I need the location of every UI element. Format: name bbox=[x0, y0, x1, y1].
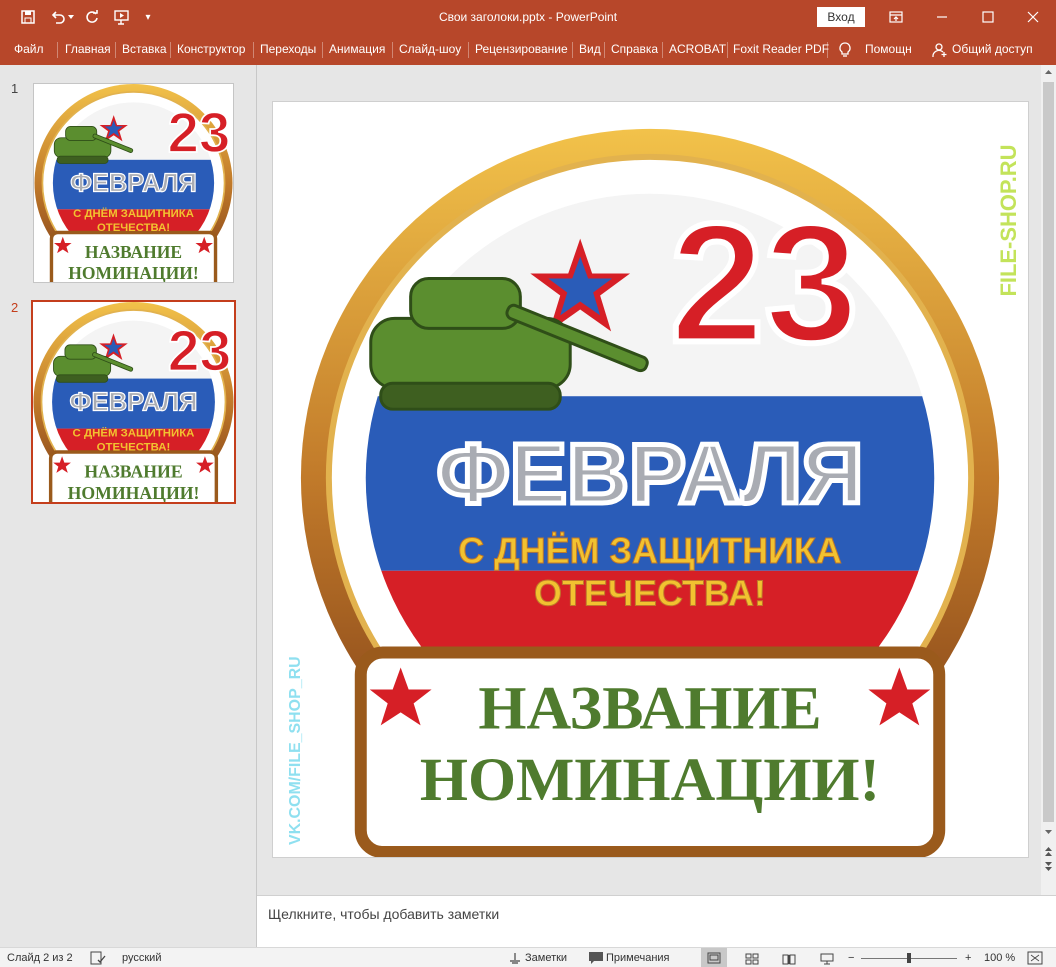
zoom-level[interactable]: 100 % bbox=[984, 948, 1015, 967]
tab-foxit[interactable]: Foxit Reader PDF bbox=[733, 34, 829, 65]
slide-greeting-line-1[interactable]: С ДНЁМ ЗАЩИТНИКА bbox=[458, 530, 842, 571]
previous-slide-icon[interactable] bbox=[1041, 845, 1056, 857]
thumb-2-greeting-2: ОТЕЧЕСТВА! bbox=[97, 442, 171, 454]
tab-acrobat[interactable]: ACROBAT bbox=[669, 34, 726, 65]
watermark-vk: VK.COM/FILE_SHOP_RU bbox=[287, 656, 304, 845]
slide-month-text[interactable]: ФЕВРАЛЯ bbox=[434, 423, 866, 524]
notes-pane[interactable]: Щелкните, чтобы добавить заметки bbox=[257, 895, 1056, 947]
tab-insert[interactable]: Вставка bbox=[122, 34, 167, 65]
slide-big-number[interactable]: 23 bbox=[667, 185, 862, 380]
thumb-1-nomination-1: НАЗВАНИЕ bbox=[85, 242, 182, 262]
title-bar: ▾ Свои заголоки.pptx - PowerPoint Вход bbox=[0, 0, 1056, 34]
slide-nomination-line-2[interactable]: НОМИНАЦИИ! bbox=[420, 746, 880, 814]
reading-view-icon[interactable] bbox=[782, 952, 796, 965]
ribbon-display-options-icon[interactable] bbox=[873, 0, 919, 34]
maximize-icon[interactable] bbox=[965, 0, 1011, 34]
comments-icon[interactable] bbox=[588, 951, 604, 965]
status-bar: Слайд 2 из 2 русский Заметки Примечания … bbox=[0, 947, 1056, 967]
undo-dropdown-icon[interactable] bbox=[66, 6, 76, 28]
thumb-1-greeting-2: ОТЕЧЕСТВА! bbox=[97, 222, 170, 234]
thumb-2-month: ФЕВРАЛЯ bbox=[70, 389, 198, 417]
slide-thumbnails-pane: 1 23 ФЕВРАЛЯ С ДНЁМ ЗАЩИТНИКА ОТЕЧЕСТВА!… bbox=[0, 65, 256, 947]
tab-divider bbox=[827, 42, 828, 58]
slide-artwork: 23 ФЕВРАЛЯ С ДНЁМ ЗАЩИТНИКА ОТЕЧЕСТВА! Н… bbox=[287, 102, 1021, 857]
lightbulb-icon[interactable] bbox=[838, 34, 852, 65]
thumb-2-number: 23 bbox=[168, 320, 232, 384]
tab-divider bbox=[604, 42, 605, 58]
login-button[interactable]: Вход bbox=[817, 7, 865, 27]
slide-sorter-icon[interactable] bbox=[745, 952, 759, 965]
next-slide-icon[interactable] bbox=[1041, 861, 1056, 873]
slide-greeting-line-2[interactable]: ОТЕЧЕСТВА! bbox=[534, 573, 767, 614]
zoom-in-button[interactable]: + bbox=[965, 948, 971, 967]
watermark-file-shop: FILE-SHOP.RU bbox=[996, 145, 1021, 297]
tab-divider bbox=[170, 42, 171, 58]
thumb-1-nomination-2: НОМИНАЦИИ! bbox=[68, 263, 198, 282]
slide-thumbnail-2[interactable]: 23 ФЕВРАЛЯ С ДНЁМ ЗАЩИТНИКА ОТЕЧЕСТВА! Н… bbox=[31, 300, 236, 504]
scroll-thumb[interactable] bbox=[1043, 82, 1054, 822]
ribbon-tabs: Файл Главная Вставка Конструктор Переход… bbox=[0, 34, 1056, 65]
slide-number-2: 2 bbox=[11, 300, 19, 315]
tab-help[interactable]: Справка bbox=[611, 34, 658, 65]
customize-qat-button[interactable]: ▾ bbox=[140, 6, 156, 28]
language-indicator[interactable]: русский bbox=[122, 948, 161, 967]
thumb-1-art: 23 ФЕВРАЛЯ С ДНЁМ ЗАЩИТНИКА ОТЕЧЕСТВА! Н… bbox=[34, 84, 233, 282]
normal-view-icon[interactable] bbox=[701, 948, 727, 967]
tab-divider bbox=[392, 42, 393, 58]
slide-counter: Слайд 2 из 2 bbox=[7, 952, 73, 964]
slide-nomination-line-1[interactable]: НАЗВАНИЕ bbox=[478, 674, 821, 742]
notes-toggle-button[interactable]: Заметки bbox=[525, 948, 567, 967]
scroll-down-icon[interactable] bbox=[1041, 827, 1056, 837]
thumb-1-number: 23 bbox=[167, 101, 230, 164]
slideshow-view-icon[interactable] bbox=[820, 952, 834, 965]
slide-thumbnail-1[interactable]: 23 ФЕВРАЛЯ С ДНЁМ ЗАЩИТНИКА ОТЕЧЕСТВА! Н… bbox=[33, 83, 234, 283]
tab-transitions[interactable]: Переходы bbox=[260, 34, 316, 65]
tab-slideshow[interactable]: Слайд-шоу bbox=[399, 34, 461, 65]
thumb-2-nomination-1: НАЗВАНИЕ bbox=[84, 462, 182, 482]
notes-toggle-icon[interactable] bbox=[508, 951, 522, 965]
tab-divider bbox=[57, 42, 58, 58]
tab-divider bbox=[727, 42, 728, 58]
thumb-2-nomination-2: НОМИНАЦИИ! bbox=[68, 483, 200, 502]
minimize-icon[interactable] bbox=[919, 0, 965, 34]
save-icon[interactable] bbox=[17, 6, 39, 28]
thumb-2-art: 23 ФЕВРАЛЯ С ДНЁМ ЗАЩИТНИКА ОТЕЧЕСТВА! Н… bbox=[33, 302, 234, 502]
thumb-2-greeting-1: С ДНЁМ ЗАЩИТНИКА bbox=[73, 426, 195, 439]
tab-divider bbox=[115, 42, 116, 58]
comments-button[interactable]: Примечания bbox=[606, 948, 670, 967]
notes-placeholder[interactable]: Щелкните, чтобы добавить заметки bbox=[268, 906, 499, 922]
start-slideshow-icon[interactable] bbox=[111, 6, 133, 28]
tab-review[interactable]: Рецензирование bbox=[475, 34, 568, 65]
tab-animations[interactable]: Анимация bbox=[329, 34, 385, 65]
tab-view[interactable]: Вид bbox=[579, 34, 601, 65]
share-button[interactable]: Общий доступ bbox=[952, 34, 1033, 65]
tab-file[interactable]: Файл bbox=[14, 34, 44, 65]
tab-home[interactable]: Главная bbox=[65, 34, 111, 65]
fit-to-window-icon[interactable] bbox=[1027, 951, 1043, 965]
vertical-scrollbar[interactable] bbox=[1041, 65, 1056, 895]
tab-divider bbox=[253, 42, 254, 58]
thumb-1-month: ФЕВРАЛЯ bbox=[70, 169, 197, 197]
close-icon[interactable] bbox=[1010, 0, 1056, 34]
tell-me-button[interactable]: Помощн bbox=[865, 34, 912, 65]
slide-number-1: 1 bbox=[11, 81, 19, 96]
share-icon[interactable] bbox=[932, 34, 948, 65]
tab-divider bbox=[662, 42, 663, 58]
scroll-up-icon[interactable] bbox=[1041, 67, 1056, 77]
tab-divider bbox=[468, 42, 469, 58]
slide-canvas[interactable]: 23 ФЕВРАЛЯ С ДНЁМ ЗАЩИТНИКА ОТЕЧЕСТВА! Н… bbox=[272, 101, 1029, 858]
zoom-slider-thumb[interactable] bbox=[907, 953, 911, 963]
tab-divider bbox=[572, 42, 573, 58]
zoom-out-button[interactable]: − bbox=[848, 948, 854, 967]
spellcheck-icon[interactable] bbox=[90, 951, 106, 965]
redo-icon[interactable] bbox=[81, 6, 103, 28]
tab-divider bbox=[322, 42, 323, 58]
tab-design[interactable]: Конструктор bbox=[177, 34, 245, 65]
thumb-1-greeting-1: С ДНЁМ ЗАЩИТНИКА bbox=[73, 207, 194, 220]
